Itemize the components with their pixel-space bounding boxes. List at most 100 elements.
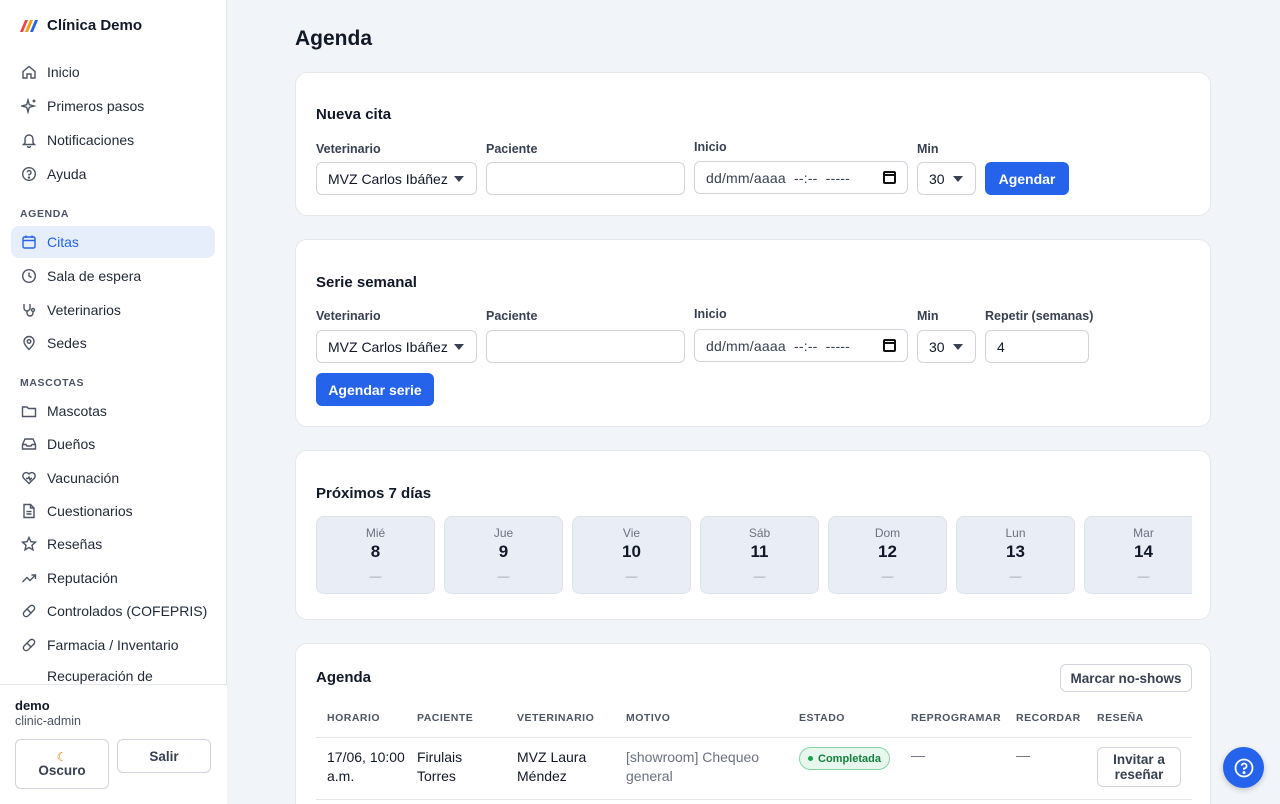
status-badge: Completada bbox=[799, 747, 890, 770]
sidebar-item-vacunacion[interactable]: Vacunación bbox=[11, 462, 215, 494]
series-patient-input[interactable] bbox=[486, 330, 685, 363]
section-heading-mascotas: MASCOTAS bbox=[20, 377, 85, 389]
sidebar-item-label: Primeros pasos bbox=[47, 98, 145, 114]
section-heading-agenda: AGENDA bbox=[20, 208, 70, 220]
cell-motivo: [showroom] Chequeo general bbox=[626, 749, 760, 784]
new-appointment-title: Nueva cita bbox=[316, 106, 392, 123]
day-card[interactable]: Vie 10 — bbox=[572, 516, 691, 594]
agenda-table-title: Agenda bbox=[316, 669, 372, 686]
day-name: Vie bbox=[622, 526, 641, 540]
day-name: Sáb bbox=[748, 526, 771, 540]
sidebar-item-label: Mascotas bbox=[47, 403, 107, 419]
dark-mode-button[interactable]: ☾ Oscuro bbox=[15, 739, 109, 789]
help-button[interactable] bbox=[1223, 747, 1264, 788]
sidebar-item-primeros-pasos[interactable]: Primeros pasos bbox=[11, 90, 215, 122]
brand[interactable]: Clínica Demo bbox=[20, 17, 142, 34]
cell-recordar[interactable]: — bbox=[1016, 746, 1030, 765]
schedule-button[interactable]: Agendar bbox=[985, 162, 1069, 195]
day-card[interactable]: Sáb 11 — bbox=[700, 516, 819, 594]
sidebar-item-citas[interactable]: Citas bbox=[11, 226, 215, 258]
day-number: 13 bbox=[1006, 542, 1025, 561]
logout-button[interactable]: Salir bbox=[117, 739, 211, 773]
chevron-down-icon bbox=[454, 344, 464, 350]
sidebar-item-notificaciones[interactable]: Notificaciones bbox=[11, 124, 215, 156]
new-appointment-card: Nueva cita Veterinario MVZ Carlos Ibáñez… bbox=[295, 72, 1211, 216]
sidebar-item-recuperacion[interactable]: Recuperación de bbox=[11, 662, 215, 684]
start-datetime-input[interactable]: dd/mm/aaaa --:-- ----- bbox=[694, 161, 908, 194]
series-start-datetime-input[interactable]: dd/mm/aaaa --:-- ----- bbox=[694, 329, 908, 362]
day-card[interactable]: Dom 12 — bbox=[828, 516, 947, 594]
day-card[interactable]: Lun 13 — bbox=[956, 516, 1075, 594]
column-header: RECORDAR bbox=[1016, 712, 1081, 724]
column-header: ESTADO bbox=[799, 712, 845, 724]
sidebar-item-label: Farmacia / Inventario bbox=[47, 637, 179, 653]
row-divider bbox=[316, 799, 1192, 800]
sidebar-item-inicio[interactable]: Inicio bbox=[11, 56, 215, 88]
star-icon bbox=[21, 536, 37, 552]
patient-input[interactable] bbox=[486, 162, 685, 195]
column-header: PACIENTE bbox=[417, 712, 474, 724]
cell-veterinario: MVZ Laura Méndez bbox=[517, 749, 587, 784]
sidebar-item-label: Controlados (COFEPRIS) bbox=[47, 603, 208, 619]
invite-review-button[interactable]: Invitar a reseñar bbox=[1097, 747, 1181, 787]
day-count: — bbox=[497, 569, 510, 583]
sidebar-item-label: Notificaciones bbox=[47, 132, 135, 148]
calendar-picker-icon[interactable] bbox=[883, 171, 896, 184]
sidebar-item-reputacion[interactable]: Reputación bbox=[11, 562, 215, 594]
sidebar-item-resenas[interactable]: Reseñas bbox=[11, 528, 215, 560]
day-count: — bbox=[625, 569, 638, 583]
series-vet-select-value: MVZ Carlos Ibáñez bbox=[328, 338, 448, 355]
mark-no-shows-button[interactable]: Marcar no-shows bbox=[1060, 664, 1192, 692]
sidebar-item-label: Vacunación bbox=[47, 470, 120, 486]
brand-name: Clínica Demo bbox=[47, 17, 143, 34]
schedule-series-button[interactable]: Agendar serie bbox=[316, 373, 434, 406]
day-name: Mar bbox=[1133, 526, 1154, 540]
day-number: 11 bbox=[750, 542, 769, 561]
next-7-days-title: Próximos 7 días bbox=[316, 485, 432, 502]
sidebar-item-duenos[interactable]: Dueños bbox=[11, 428, 215, 460]
series-duration-select[interactable]: 30 bbox=[917, 330, 976, 363]
day-card[interactable]: Mié 8 — bbox=[316, 516, 435, 594]
calendar-icon bbox=[21, 234, 37, 250]
trending-up-icon bbox=[21, 570, 37, 586]
repeat-weeks-input[interactable]: 4 bbox=[985, 330, 1089, 363]
day-card[interactable]: Jue 9 — bbox=[444, 516, 563, 594]
bell-icon bbox=[21, 132, 37, 148]
sidebar-item-label: Recuperación de bbox=[47, 668, 153, 684]
column-header: MOTIVO bbox=[626, 712, 671, 724]
cell-reprogramar[interactable]: — bbox=[911, 746, 925, 765]
sidebar-item-cuestionarios[interactable]: Cuestionarios bbox=[11, 495, 215, 527]
column-header: RESEÑA bbox=[1097, 712, 1144, 724]
day-count: — bbox=[881, 569, 894, 583]
column-header: VETERINARIO bbox=[517, 712, 595, 724]
user-role: clinic-admin bbox=[15, 714, 81, 728]
chevron-down-icon bbox=[953, 176, 963, 182]
next-7-days-card: Próximos 7 días Mié 8 — Jue 9 — Vie 10 —… bbox=[295, 450, 1211, 620]
calendar-picker-icon[interactable] bbox=[883, 339, 896, 352]
day-name: Dom bbox=[874, 526, 901, 540]
sidebar-item-farmacia[interactable]: Farmacia / Inventario bbox=[11, 629, 215, 661]
sidebar-item-sedes[interactable]: Sedes bbox=[11, 327, 215, 359]
sparkles-icon bbox=[21, 98, 37, 114]
day-count: — bbox=[1009, 569, 1022, 583]
column-header: HORARIO bbox=[327, 712, 381, 724]
series-vet-select[interactable]: MVZ Carlos Ibáñez bbox=[316, 330, 477, 363]
sidebar-item-mascotas[interactable]: Mascotas bbox=[11, 395, 215, 427]
column-header: REPROGRAMAR bbox=[911, 712, 1002, 724]
day-number: 12 bbox=[878, 542, 897, 561]
sidebar-item-ayuda[interactable]: Ayuda bbox=[11, 158, 215, 190]
sidebar-item-sala-de-espera[interactable]: Sala de espera bbox=[11, 260, 215, 292]
vet-select[interactable]: MVZ Carlos Ibáñez bbox=[316, 162, 477, 195]
vet-label: Veterinario bbox=[316, 142, 381, 156]
sidebar-item-veterinarios[interactable]: Veterinarios bbox=[11, 294, 215, 326]
start-datetime-placeholder: dd/mm/aaaa --:-- ----- bbox=[706, 169, 851, 186]
repeat-weeks-value: 4 bbox=[997, 338, 1005, 355]
days-strip: Mié 8 — Jue 9 — Vie 10 — Sáb 11 — Dom 12… bbox=[316, 516, 1192, 596]
map-pin-icon bbox=[21, 335, 37, 351]
series-duration-select-value: 30 bbox=[929, 338, 945, 355]
sidebar-footer: demo clinic-admin ☾ Oscuro Salir bbox=[0, 684, 227, 804]
day-card[interactable]: Mar 14 — bbox=[1084, 516, 1192, 594]
duration-select[interactable]: 30 bbox=[917, 162, 976, 195]
day-count: — bbox=[753, 569, 766, 583]
sidebar-item-controlados[interactable]: Controlados (COFEPRIS) bbox=[11, 595, 215, 627]
